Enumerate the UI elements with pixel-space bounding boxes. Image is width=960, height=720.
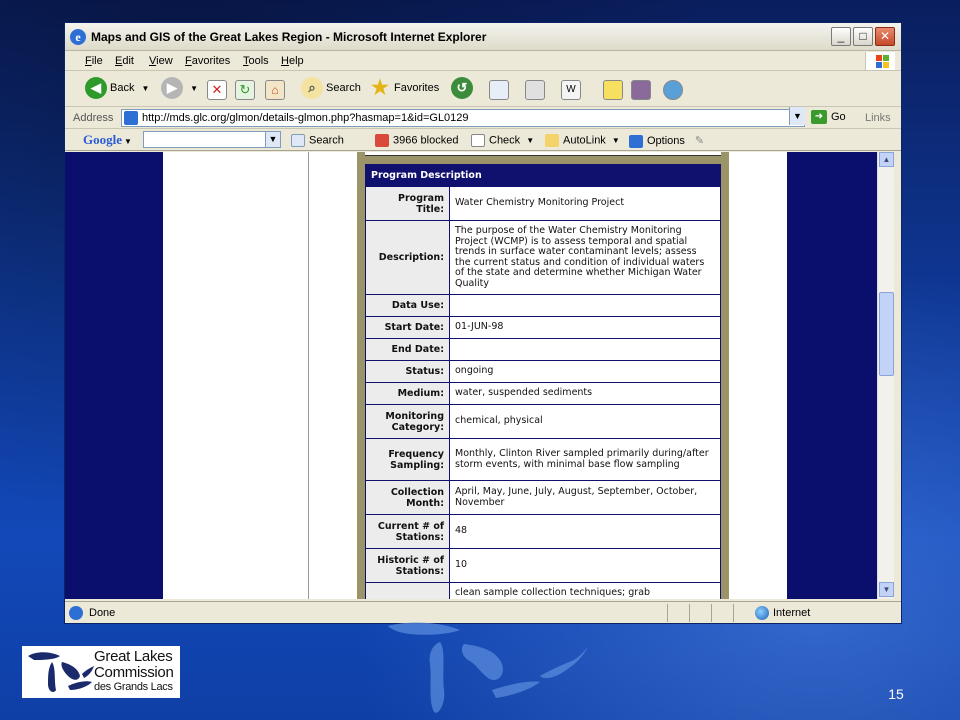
print-icon[interactable] (525, 80, 545, 100)
favorites-button[interactable]: ★ Favorites (369, 77, 439, 101)
table-row: Status: ongoing (365, 360, 721, 383)
menu-file[interactable]: File (85, 55, 103, 67)
menu-favorites[interactable]: Favorites (185, 55, 230, 67)
table-row: Current # of Stations: 48 (365, 514, 721, 549)
table-row: Monitoring Category: chemical, physical (365, 404, 721, 439)
table-row: End Date: (365, 338, 721, 361)
page-column-divider (308, 152, 309, 599)
status-divider (733, 604, 734, 622)
great-lakes-commission-logo: Great Lakes Commission des Grands Lacs (22, 646, 180, 698)
standard-toolbar: ◀ Back ▼ ▶ ▼ ✕ ↻ ⌂ ⌕ Search ★ Favorites ↺ W (65, 71, 901, 107)
table-row: clean sample collection techniques; grab (365, 582, 721, 599)
maximize-button[interactable]: □ (853, 27, 873, 46)
table-row: Medium: water, suspended sediments (365, 382, 721, 405)
menu-tools[interactable]: Tools (243, 55, 269, 67)
menu-help[interactable]: Help (281, 55, 304, 67)
back-button[interactable]: ◀ Back ▼ (85, 77, 149, 101)
history-button[interactable]: ↺ (451, 77, 473, 101)
status-divider (667, 604, 668, 622)
google-toolbar: Google ▼ Search 3966 blocked Check ▼ AutoL… (65, 129, 901, 151)
vertical-scrollbar[interactable]: ▲ ▼ (877, 152, 894, 599)
discuss-icon[interactable] (603, 80, 623, 100)
search-icon: ⌕ (301, 77, 323, 99)
menu-bar: File Edit View Favorites Tools Help (65, 51, 901, 71)
research-icon[interactable] (631, 80, 651, 100)
google-logo[interactable]: Google ▼ (83, 132, 132, 148)
window-title: Maps and GIS of the Great Lakes Region -… (91, 30, 487, 44)
slide-page-number: 15 (888, 686, 904, 702)
menu-edit[interactable]: Edit (115, 55, 134, 67)
address-label: Address (73, 112, 114, 124)
previous-table-edge (365, 152, 721, 156)
address-bar: Address http://mds.glc.org/glmon/details… (65, 107, 901, 129)
options-icon (629, 134, 643, 148)
table-row: Description: The purpose of the Water Che… (365, 220, 721, 295)
popup-blocker-button[interactable]: 3966 blocked (375, 134, 458, 147)
scroll-down-icon[interactable]: ▼ (879, 582, 894, 597)
lakes-map-icon (28, 652, 94, 692)
table-row: Data Use: (365, 294, 721, 317)
stop-icon[interactable]: ✕ (207, 80, 227, 100)
status-divider (711, 604, 712, 622)
logo-text-commission: Commission (94, 664, 174, 681)
go-arrow-icon: ➜ (811, 110, 827, 124)
status-text: Done (89, 607, 116, 619)
popup-blocked-icon (375, 134, 389, 147)
forward-dropdown-icon[interactable]: ▼ (190, 84, 198, 93)
close-button[interactable]: ✕ (875, 27, 895, 46)
star-icon: ★ (371, 77, 389, 99)
security-zone: Internet (773, 607, 811, 619)
program-header: Program Description (365, 164, 721, 187)
title-bar: e Maps and GIS of the Great Lakes Region… (65, 23, 901, 51)
great-lakes-watermark (388, 622, 588, 713)
table-row: Program Title: Water Chemistry Monitoring… (365, 186, 721, 221)
address-url: http://mds.glc.org/glmon/details-glmon.p… (142, 112, 469, 124)
status-divider (689, 604, 690, 622)
spellcheck-button[interactable]: Check ▼ (471, 134, 534, 147)
logo-text-great-lakes: Great Lakes (94, 648, 173, 665)
back-dropdown-icon[interactable]: ▼ (142, 84, 150, 93)
history-icon: ↺ (451, 77, 473, 99)
abc-check-icon (471, 134, 485, 147)
page-icon (124, 111, 138, 125)
google-search-button[interactable]: Search (291, 134, 344, 147)
go-button[interactable]: ➜ Go (811, 110, 846, 124)
logo-text-french: des Grands Lacs (94, 681, 173, 693)
options-button[interactable]: Options ✎ (629, 134, 704, 148)
refresh-icon[interactable]: ↻ (235, 80, 255, 100)
forward-button[interactable]: ▶ ▼ (161, 77, 198, 101)
page-done-icon (69, 606, 83, 620)
table-row: Historic # of Stations: 10 (365, 548, 721, 583)
scroll-thumb[interactable] (879, 292, 894, 376)
google-search-dropdown-icon[interactable]: ▼ (265, 131, 281, 148)
wand-icon (545, 134, 559, 147)
google-search-input[interactable] (143, 131, 269, 148)
edit-word-icon[interactable]: W (561, 80, 581, 100)
table-row: Start Date: 01-JUN-98 (365, 316, 721, 339)
program-description-table: Program Description Program Title: Water … (365, 164, 721, 599)
ie-icon: e (70, 29, 86, 45)
address-input[interactable]: http://mds.glc.org/glmon/details-glmon.p… (121, 109, 805, 127)
forward-arrow-icon: ▶ (161, 77, 183, 99)
page-viewport: Program Description Program Title: Water … (65, 152, 885, 599)
home-icon[interactable]: ⌂ (265, 80, 285, 100)
messenger-icon[interactable] (663, 80, 683, 100)
internet-globe-icon (755, 606, 769, 620)
links-button[interactable]: Links (865, 112, 891, 124)
mail-icon[interactable] (489, 80, 509, 100)
windows-flag-icon (865, 52, 895, 70)
address-dropdown-icon[interactable]: ▼ (789, 107, 805, 125)
autolink-button[interactable]: AutoLink ▼ (545, 134, 620, 147)
google-g-icon (291, 134, 305, 147)
minimize-button[interactable]: _ (831, 27, 851, 46)
table-row: Frequency Sampling: Monthly, Clinton Rive… (365, 438, 721, 481)
browser-window: e Maps and GIS of the Great Lakes Region… (64, 22, 902, 624)
table-row: Collection Month: April, May, June, July,… (365, 480, 721, 515)
highlighter-icon[interactable]: ✎ (695, 135, 704, 147)
menu-view[interactable]: View (149, 55, 173, 67)
scroll-up-icon[interactable]: ▲ (879, 152, 894, 167)
search-button[interactable]: ⌕ Search (301, 77, 361, 101)
back-arrow-icon: ◀ (85, 77, 107, 99)
